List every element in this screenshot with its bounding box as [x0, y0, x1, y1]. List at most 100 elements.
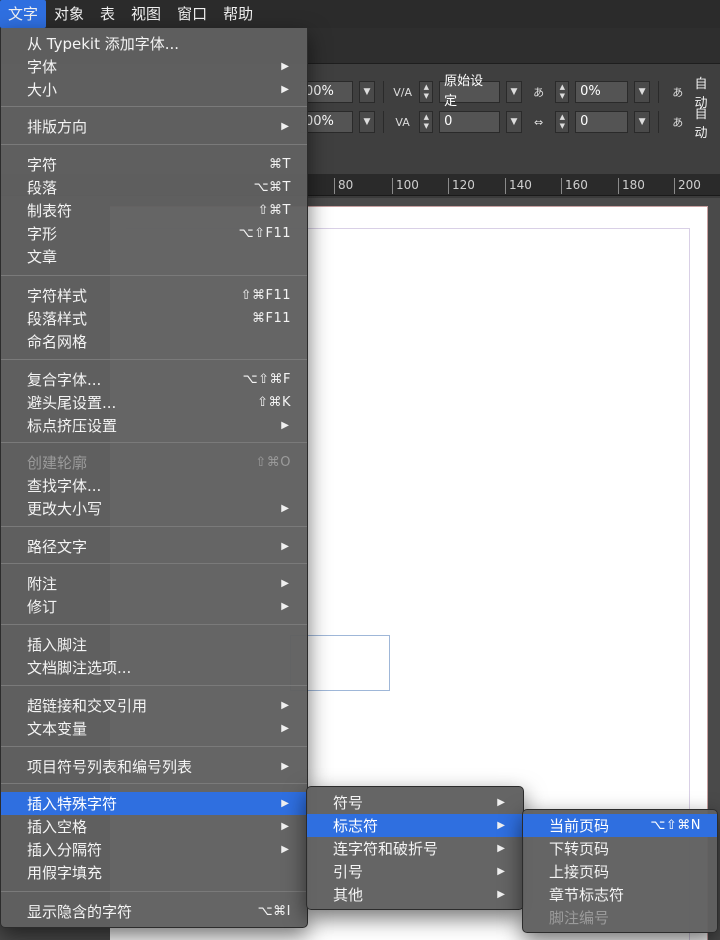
ruler-tick: 80: [334, 178, 353, 194]
type-menu-item[interactable]: 大小 ▶: [1, 78, 307, 101]
menu-item-label: 显示隐含的字符: [27, 903, 133, 921]
menu-item-label: 复合字体...: [27, 371, 102, 389]
type-menu-item[interactable]: 插入空格 ▶: [1, 815, 307, 838]
type-menu-item[interactable]: 更改大小写 ▶: [1, 497, 307, 520]
tracking-stepper[interactable]: ▲ ▼: [419, 81, 434, 103]
ruler-tick: 100: [392, 178, 419, 194]
marker-menu-item: 脚注编号: [523, 906, 717, 929]
type-menu-item[interactable]: 插入分隔符 ▶: [1, 838, 307, 861]
kerning-field[interactable]: 0: [439, 111, 501, 133]
type-menu-item[interactable]: 段落 ⌥⌘T: [1, 176, 307, 199]
aki-field[interactable]: 0%: [575, 81, 629, 103]
menu-help[interactable]: 帮助: [215, 0, 261, 28]
type-menu-item[interactable]: 文本变量 ▶: [1, 717, 307, 740]
type-menu-item[interactable]: 制表符 ⇧⌘T: [1, 199, 307, 222]
menu-item-label: 下转页码: [549, 840, 610, 858]
kerning-stepper[interactable]: ▲ ▼: [419, 111, 434, 133]
menu-type[interactable]: 文字: [0, 0, 47, 28]
menu-item-shortcut: ⇧⌘K: [257, 395, 291, 410]
grid-count-field[interactable]: 0: [575, 111, 629, 133]
special-char-menu-item[interactable]: 连字符和破折号 ▶: [307, 837, 523, 860]
menu-item-label: 脚注编号: [549, 909, 610, 927]
type-menu-item[interactable]: 文章: [1, 245, 307, 268]
chevron-down-icon[interactable]: ▼: [359, 111, 375, 133]
type-menu-item[interactable]: 标点挤压设置 ▶: [1, 414, 307, 437]
menu-item-label: 插入分隔符: [27, 841, 103, 859]
menu-window[interactable]: 窗口: [169, 0, 215, 28]
menu-item-label: 上接页码: [549, 863, 610, 881]
chevron-down-icon[interactable]: ▼: [506, 81, 522, 103]
menu-separator: [1, 783, 307, 784]
marker-menu-item[interactable]: 上接页码: [523, 860, 717, 883]
special-char-menu-item[interactable]: 引号 ▶: [307, 860, 523, 883]
type-menu-item[interactable]: 排版方向 ▶: [1, 115, 307, 138]
divider: [382, 81, 384, 103]
type-menu-item[interactable]: 插入脚注: [1, 633, 307, 656]
special-char-menu-item[interactable]: 标志符 ▶: [307, 814, 523, 837]
type-menu-item[interactable]: 用假字填充: [1, 861, 307, 884]
type-menu-item[interactable]: 修订 ▶: [1, 595, 307, 618]
submenu-arrow-icon: ▶: [281, 84, 289, 95]
submenu-arrow-icon: ▶: [497, 797, 505, 808]
type-menu-item[interactable]: 命名网格: [1, 330, 307, 353]
type-menu-item[interactable]: 段落样式 ⌘F11: [1, 307, 307, 330]
special-char-menu-item[interactable]: 符号 ▶: [307, 791, 523, 814]
aki-icon: あ: [533, 86, 545, 99]
type-menu-item[interactable]: 路径文字 ▶: [1, 535, 307, 558]
menu-separator: [1, 563, 307, 564]
tracking-method-field[interactable]: 原始设定: [439, 74, 501, 109]
menu-item-label: 文本变量: [27, 720, 88, 738]
menu-table[interactable]: 表: [92, 0, 123, 28]
type-menu-item[interactable]: 插入特殊字符 ▶: [1, 792, 307, 815]
type-menu-item[interactable]: 字形 ⌥⇧F11: [1, 222, 307, 245]
divider: [658, 81, 659, 103]
type-menu-item[interactable]: 超链接和交叉引用 ▶: [1, 694, 307, 717]
menu-item-label: 修订: [27, 598, 58, 616]
menu-item-label: 路径文字: [27, 538, 88, 556]
aki-stepper[interactable]: ▲ ▼: [555, 81, 570, 103]
chevron-down-icon[interactable]: ▼: [634, 81, 650, 103]
type-menu-item[interactable]: 复合字体... ⌥⇧⌘F: [1, 368, 307, 391]
type-menu-item[interactable]: 查找字体...: [1, 474, 307, 497]
menu-view[interactable]: 视图: [123, 0, 169, 28]
marker-menu-item[interactable]: 下转页码: [523, 837, 717, 860]
menu-item-label: 段落样式: [27, 310, 88, 328]
type-menu-item[interactable]: 文档脚注选项...: [1, 656, 307, 679]
chevron-down-icon[interactable]: ▼: [506, 111, 522, 133]
type-menu-item[interactable]: 避头尾设置... ⇧⌘K: [1, 391, 307, 414]
menu-item-label: 标点挤压设置: [27, 417, 118, 435]
ruler-tick: 180: [618, 178, 645, 194]
submenu-arrow-icon: ▶: [281, 798, 289, 809]
type-menu-item[interactable]: 字符样式 ⇧⌘F11: [1, 284, 307, 307]
type-menu: 从 Typekit 添加字体... 字体 ▶ 大小 ▶ 排版方向 ▶ 字符 ⌘T 段落 ⌥⌘T 制表符…: [0, 28, 308, 928]
menu-separator: [1, 746, 307, 747]
marker-menu-item[interactable]: 章节标志符: [523, 883, 717, 906]
menu-item-label: 章节标志符: [549, 886, 625, 904]
marker-menu-item[interactable]: 当前页码 ⌥⇧⌘N: [523, 814, 717, 837]
submenu-arrow-icon: ▶: [281, 761, 289, 772]
type-menu-item[interactable]: 附注 ▶: [1, 572, 307, 595]
menu-item-shortcut: ⌥⌘T: [253, 180, 291, 195]
menu-item-shortcut: ⇧⌘T: [257, 203, 291, 218]
type-menu-item[interactable]: 字符 ⌘T: [1, 153, 307, 176]
menu-item-label: 插入空格: [27, 818, 88, 836]
type-menu-item[interactable]: 字体 ▶: [1, 55, 307, 78]
menu-separator: [1, 106, 307, 107]
menu-item-label: 命名网格: [27, 333, 88, 351]
type-menu-item[interactable]: 显示隐含的字符 ⌥⌘I: [1, 900, 307, 923]
grid-count-stepper[interactable]: ▲ ▼: [555, 111, 570, 133]
type-menu-item[interactable]: 从 Typekit 添加字体...: [1, 32, 307, 55]
special-char-menu-item[interactable]: 其他 ▶: [307, 883, 523, 906]
chevron-down-icon[interactable]: ▼: [359, 81, 375, 103]
menu-item-label: 插入特殊字符: [27, 795, 118, 813]
menu-bar: 文字 对象 表 视图 窗口 帮助: [0, 0, 720, 28]
menu-item-shortcut: ⌥⇧F11: [238, 226, 291, 241]
menu-item-label: 超链接和交叉引用: [27, 697, 148, 715]
type-menu-item[interactable]: 项目符号列表和编号列表 ▶: [1, 755, 307, 778]
chevron-down-icon[interactable]: ▼: [634, 111, 650, 133]
menu-object[interactable]: 对象: [46, 0, 92, 28]
menu-item-label: 文章: [27, 248, 58, 266]
menu-item-label: 文档脚注选项...: [27, 659, 132, 677]
menu-item-label: 附注: [27, 575, 58, 593]
menu-separator: [1, 891, 307, 892]
